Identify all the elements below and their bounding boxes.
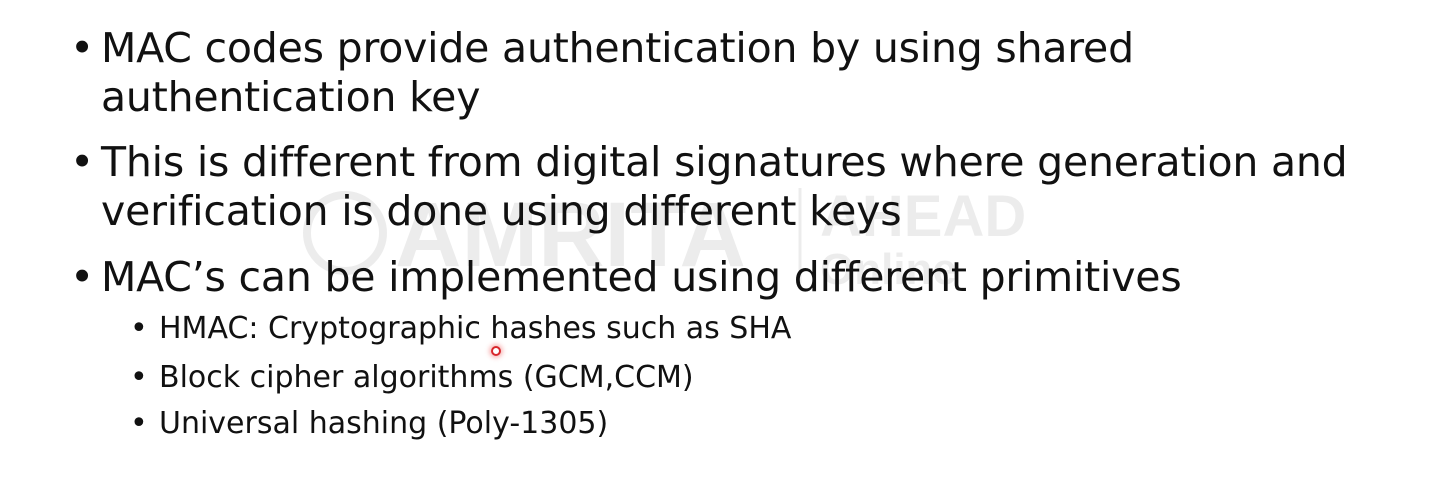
- sub-bullet-text: Block cipher algorithms (GCM,CCM): [159, 360, 694, 395]
- bullet-text: MAC codes provide authentication by usin…: [101, 24, 1134, 121]
- pointer-dot-icon: [491, 346, 501, 356]
- sub-bullet-universal-hashing: • Universal hashing (Poly-1305): [130, 406, 1030, 442]
- sub-bullet-dot: •: [130, 360, 148, 395]
- bullet-dot: •: [70, 24, 94, 72]
- bullet-dot: •: [70, 138, 94, 186]
- bullet-mac-primitives: • MAC’s can be implemented using differe…: [70, 253, 1410, 302]
- bullet-dot: •: [70, 253, 94, 301]
- sub-bullet-dot: •: [130, 311, 148, 346]
- sub-bullet-dot: •: [130, 406, 148, 441]
- sub-bullet-text: HMAC: Cryptographic hashes such as SHA: [159, 311, 792, 346]
- sub-bullet-block-cipher: • Block cipher algorithms (GCM,CCM): [130, 360, 1030, 396]
- slide-body: • MAC codes provide authentication by us…: [0, 0, 1439, 495]
- bullet-digital-signatures: • This is different from digital signatu…: [70, 138, 1410, 236]
- sub-bullet-text: Universal hashing (Poly-1305): [159, 406, 609, 441]
- bullet-text: MAC’s can be implemented using different…: [101, 253, 1182, 301]
- sub-bullet-hmac: • HMAC: Cryptographic hashes such as SHA: [130, 311, 1030, 347]
- bullet-text: This is different from digital signature…: [101, 138, 1348, 235]
- bullet-mac-authentication: • MAC codes provide authentication by us…: [70, 24, 1410, 122]
